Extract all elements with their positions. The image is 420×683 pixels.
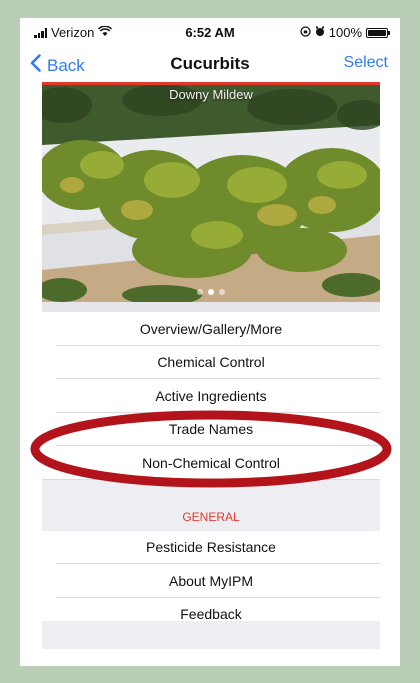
- footer-spacer: [42, 621, 380, 649]
- menu-item-about-myipm[interactable]: About MyIPM: [42, 564, 380, 598]
- alarm-icon: [315, 25, 325, 40]
- orientation-lock-icon: [300, 25, 311, 40]
- battery-icon: [366, 27, 390, 38]
- hero-caption: Downy Mildew: [169, 87, 253, 102]
- phone-screen: Verizon 6:52 AM 100% Back Cucurbits Sele…: [20, 18, 400, 666]
- page-indicator: [42, 289, 380, 295]
- nav-bar: Back Cucurbits Select: [20, 48, 400, 84]
- hero-bottom-spacer: [42, 302, 380, 312]
- menu-item-overview[interactable]: Overview/Gallery/More: [42, 312, 380, 346]
- menu-item-chemical-control[interactable]: Chemical Control: [42, 345, 380, 379]
- downy-mildew-photo: [42, 85, 380, 302]
- hero-image-carousel[interactable]: Downy Mildew: [42, 85, 380, 302]
- menu-item-pesticide-resistance[interactable]: Pesticide Resistance: [42, 530, 380, 564]
- status-bar: Verizon 6:52 AM 100%: [20, 18, 400, 48]
- select-button[interactable]: Select: [344, 54, 388, 72]
- page-dot[interactable]: [208, 289, 214, 295]
- page-dot[interactable]: [197, 289, 203, 295]
- battery-percent: 100%: [328, 25, 362, 40]
- status-right: 100%: [300, 25, 390, 40]
- highlight-ellipse: [28, 408, 394, 495]
- page-dot[interactable]: [219, 289, 225, 295]
- section-header-general: GENERAL: [42, 503, 380, 531]
